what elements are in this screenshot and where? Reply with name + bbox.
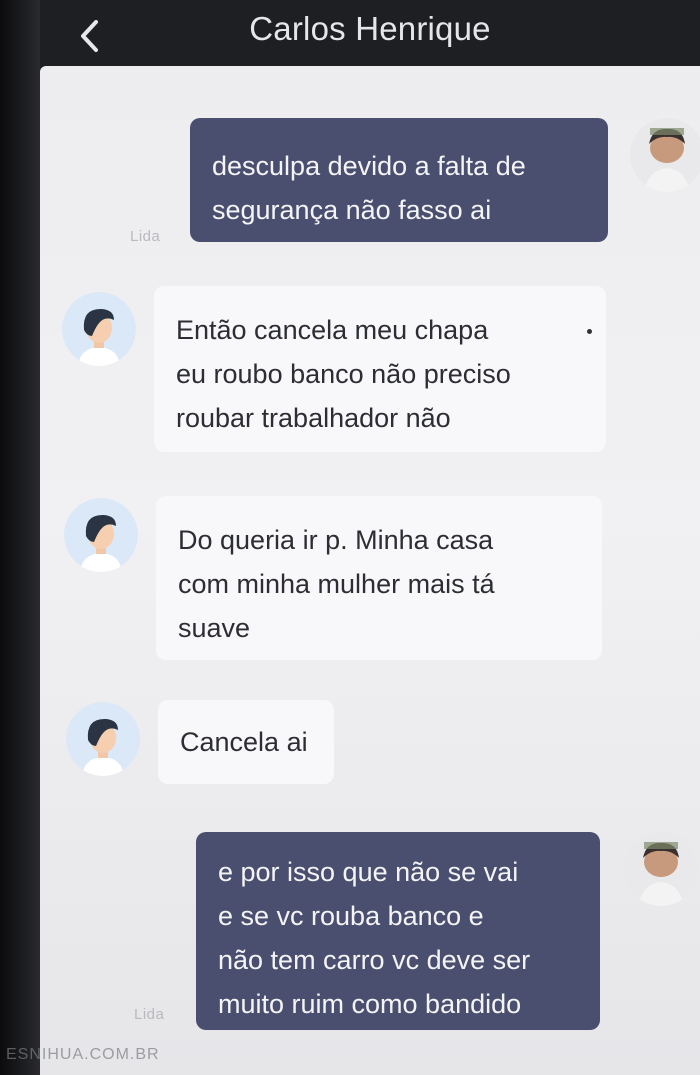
- message-line: muito ruim como bandido: [218, 989, 522, 1019]
- person-avatar-icon: [64, 498, 138, 572]
- message-line: segurança não fasso ai: [212, 195, 492, 225]
- read-status: Lida: [134, 1006, 165, 1023]
- message-bubble-outgoing[interactable]: e por isso que não se vai e se vc rouba …: [196, 832, 600, 1030]
- message-line: e se vc rouba banco e: [218, 901, 484, 931]
- contact-avatar[interactable]: [64, 498, 138, 572]
- watermark: ESNIHUA.COM.BR: [6, 1046, 160, 1063]
- contact-name-title: Carlos Henrique: [249, 10, 491, 47]
- message-line: suave: [178, 613, 251, 643]
- message-line: não tem carro vc deve ser: [218, 945, 531, 975]
- message-line: desculpa devido a falta de: [212, 151, 526, 181]
- back-button[interactable]: [68, 14, 112, 58]
- contact-avatar[interactable]: [62, 292, 136, 366]
- user-photo-icon: [624, 832, 698, 906]
- user-photo-icon: [630, 118, 700, 192]
- message-bubble-incoming[interactable]: Então cancela meu chapa eu roubo banco n…: [154, 286, 606, 452]
- screen-speck: [587, 329, 592, 334]
- message-line: Do queria ir p. Minha casa: [178, 525, 494, 555]
- chat-header: Carlos Henrique: [40, 0, 700, 74]
- chevron-left-icon: [81, 20, 98, 52]
- device-bezel: [0, 0, 44, 1075]
- person-avatar-icon: [66, 702, 140, 776]
- message-line: eu roubo banco não preciso: [176, 359, 511, 389]
- my-avatar[interactable]: [624, 832, 698, 906]
- message-bubble-outgoing[interactable]: desculpa devido a falta de segurança não…: [190, 118, 608, 242]
- message-bubble-incoming[interactable]: Cancela ai: [158, 700, 334, 784]
- message-list[interactable]: desculpa devido a falta de segurança não…: [40, 66, 700, 1075]
- person-avatar-icon: [62, 292, 136, 366]
- message-line: com minha mulher mais tá: [178, 569, 495, 599]
- message-line: e por isso que não se vai: [218, 857, 519, 887]
- message-line: Cancela ai: [180, 727, 308, 757]
- my-avatar[interactable]: [630, 118, 700, 192]
- message-line: Então cancela meu chapa: [176, 315, 489, 345]
- read-status: Lida: [130, 228, 161, 245]
- message-bubble-incoming[interactable]: Do queria ir p. Minha casa com minha mul…: [156, 496, 602, 660]
- message-line: roubar trabalhador não: [176, 403, 451, 433]
- contact-avatar[interactable]: [66, 702, 140, 776]
